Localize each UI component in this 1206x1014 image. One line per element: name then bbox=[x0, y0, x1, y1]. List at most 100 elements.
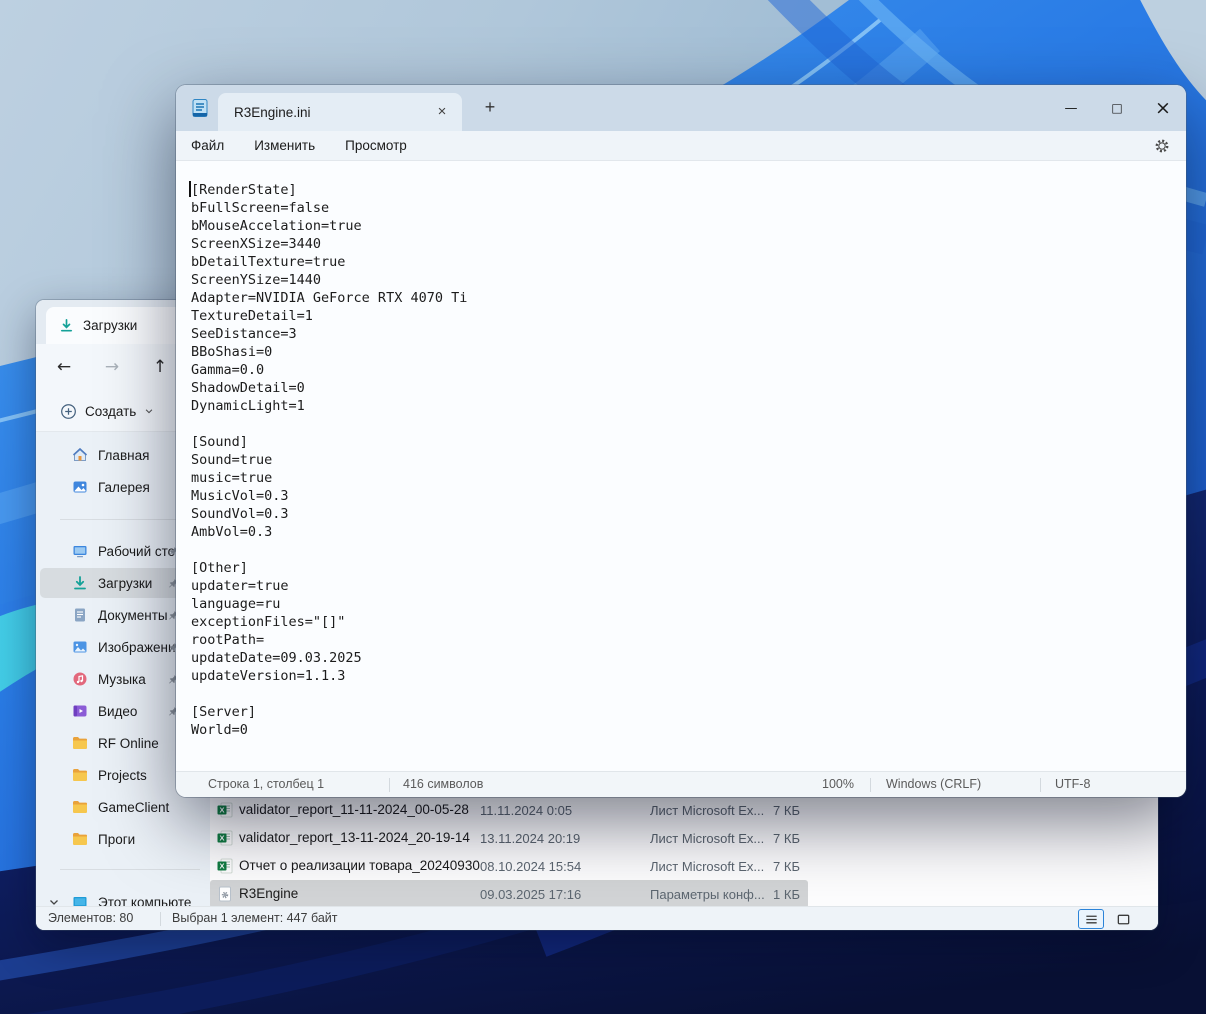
status-divider bbox=[160, 912, 161, 926]
encoding[interactable]: UTF-8 bbox=[1055, 777, 1090, 791]
sidebar-item-label: Рабочий сто bbox=[98, 544, 175, 559]
file-row[interactable]: X validator_report_11-11-2024_00-05-28 1… bbox=[210, 796, 808, 824]
file-name: Отчет о реализации товара_20240930 bbox=[239, 858, 480, 873]
svg-text:X: X bbox=[219, 862, 224, 871]
forward-arrow-button[interactable]: → bbox=[96, 351, 128, 383]
file-size: 7 КБ bbox=[730, 831, 800, 846]
sidebar-item-label: Этот компьюте bbox=[98, 895, 191, 907]
folder-icon bbox=[72, 767, 88, 783]
thumbnail-view-button[interactable] bbox=[1110, 909, 1136, 929]
sidebar-item-label: Документы bbox=[98, 608, 168, 623]
gear-icon[interactable] bbox=[1154, 138, 1170, 154]
sidebar-item-label: Изображени bbox=[98, 640, 176, 655]
selection-info: Выбран 1 элемент: 447 байт bbox=[172, 911, 338, 925]
notepad-titlebar[interactable]: R3Engine.ini × + — □ × bbox=[176, 85, 1186, 131]
up-arrow-button[interactable]: ↑ bbox=[144, 351, 176, 383]
explorer-tab-title: Загрузки bbox=[83, 318, 137, 333]
folder-icon bbox=[72, 735, 88, 751]
file-name: validator_report_13-11-2024_20-19-14 bbox=[239, 830, 470, 845]
file-size: 7 КБ bbox=[730, 803, 800, 818]
file-date: 13.11.2024 20:19 bbox=[480, 831, 580, 846]
editor-content: [RenderState] bFullScreen=false bMouseAc… bbox=[176, 162, 1186, 739]
notepad-menubar: Файл Изменить Просмотр bbox=[176, 131, 1186, 161]
plus-circle-icon bbox=[60, 403, 77, 420]
menu-file[interactable]: Файл bbox=[191, 138, 224, 153]
close-button[interactable]: × bbox=[1140, 85, 1186, 131]
explorer-status-bar: Элементов: 80 Выбран 1 элемент: 447 байт bbox=[36, 906, 1158, 930]
editor-area[interactable]: [RenderState] bFullScreen=false bMouseAc… bbox=[176, 162, 1186, 771]
folder-icon bbox=[72, 831, 88, 847]
file-row[interactable]: X Отчет о реализации товара_20240930 08.… bbox=[210, 852, 808, 880]
excel-file-icon: X bbox=[217, 802, 233, 818]
maximize-button[interactable]: □ bbox=[1094, 85, 1140, 131]
notepad-app-icon bbox=[190, 98, 210, 118]
file-size: 1 КБ bbox=[730, 887, 800, 902]
config-file-icon bbox=[217, 886, 233, 902]
file-date: 08.10.2024 15:54 bbox=[480, 859, 581, 874]
menu-edit[interactable]: Изменить bbox=[254, 138, 315, 153]
documents-icon bbox=[72, 607, 88, 623]
folder-icon bbox=[72, 799, 88, 815]
character-count: 416 символов bbox=[403, 777, 483, 791]
sidebar-item-label: Галерея bbox=[98, 480, 150, 495]
status-divider bbox=[389, 778, 390, 792]
chevron-down-icon bbox=[48, 896, 60, 906]
list-view-icon bbox=[1084, 912, 1099, 927]
line-ending[interactable]: Windows (CRLF) bbox=[886, 777, 981, 791]
file-date: 11.11.2024 0:05 bbox=[480, 803, 572, 818]
sidebar-item-label: Видео bbox=[98, 704, 137, 719]
notepad-window: R3Engine.ini × + — □ × Файл Изменить Про… bbox=[176, 85, 1186, 797]
file-row[interactable]: X validator_report_13-11-2024_20-19-14 1… bbox=[210, 824, 808, 852]
sidebar-item-this-pc[interactable]: Этот компьюте bbox=[40, 887, 206, 906]
notepad-tab[interactable]: R3Engine.ini × bbox=[218, 93, 462, 131]
menu-view[interactable]: Просмотр bbox=[345, 138, 407, 153]
music-icon bbox=[72, 671, 88, 687]
file-size: 7 КБ bbox=[730, 859, 800, 874]
home-icon bbox=[72, 447, 88, 463]
downloads-tab-icon bbox=[59, 318, 74, 333]
svg-text:X: X bbox=[219, 806, 224, 815]
text-caret bbox=[189, 181, 191, 197]
desktop-icon bbox=[72, 543, 88, 559]
back-arrow-button[interactable]: ← bbox=[48, 351, 80, 383]
svg-text:X: X bbox=[219, 834, 224, 843]
status-divider bbox=[1040, 778, 1041, 792]
minimize-button[interactable]: — bbox=[1048, 85, 1094, 131]
sidebar-item-label: Главная bbox=[98, 448, 149, 463]
create-new-label: Создать bbox=[85, 404, 136, 419]
gallery-icon bbox=[72, 479, 88, 495]
notepad-tab-title: R3Engine.ini bbox=[234, 105, 311, 120]
thumbnail-view-icon bbox=[1116, 912, 1131, 927]
sidebar-item-label: Projects bbox=[98, 768, 147, 783]
sidebar-item-label: Загрузки bbox=[98, 576, 152, 591]
status-divider bbox=[870, 778, 871, 792]
file-date: 09.03.2025 17:16 bbox=[480, 887, 581, 902]
excel-file-icon: X bbox=[217, 830, 233, 846]
tab-close-button[interactable]: × bbox=[430, 100, 454, 124]
window-controls: — □ × bbox=[1048, 85, 1186, 131]
sidebar-item-label: RF Online bbox=[98, 736, 159, 751]
video-icon bbox=[72, 703, 88, 719]
zoom-level[interactable]: 100% bbox=[822, 777, 854, 791]
excel-file-icon: X bbox=[217, 858, 233, 874]
create-new-button[interactable]: Создать bbox=[52, 397, 162, 425]
desktop: Загрузки ← → ↑ Создать Главная bbox=[0, 0, 1206, 1014]
chevron-down-icon bbox=[144, 406, 154, 416]
notepad-status-bar: Строка 1, столбец 1 416 символов 100% Wi… bbox=[176, 771, 1186, 797]
file-name: R3Engine bbox=[239, 886, 298, 901]
new-tab-button[interactable]: + bbox=[476, 94, 504, 122]
sidebar-item-label: GameClient bbox=[98, 800, 169, 815]
list-view-button[interactable] bbox=[1078, 909, 1104, 929]
sidebar-item-progi[interactable]: Проги bbox=[40, 824, 206, 854]
file-row-selected[interactable]: R3Engine 09.03.2025 17:16 Параметры конф… bbox=[210, 880, 808, 906]
explorer-tab-downloads[interactable]: Загрузки bbox=[46, 307, 196, 344]
item-count: Элементов: 80 bbox=[48, 911, 133, 925]
sidebar-item-label: Проги bbox=[98, 832, 135, 847]
cursor-position: Строка 1, столбец 1 bbox=[208, 777, 324, 791]
downloads-icon bbox=[72, 575, 88, 591]
pictures-icon bbox=[72, 639, 88, 655]
file-name: validator_report_11-11-2024_00-05-28 bbox=[239, 802, 469, 817]
sidebar-item-label: Музыка bbox=[98, 672, 146, 687]
sidebar-divider bbox=[60, 869, 200, 870]
computer-icon bbox=[72, 894, 88, 906]
